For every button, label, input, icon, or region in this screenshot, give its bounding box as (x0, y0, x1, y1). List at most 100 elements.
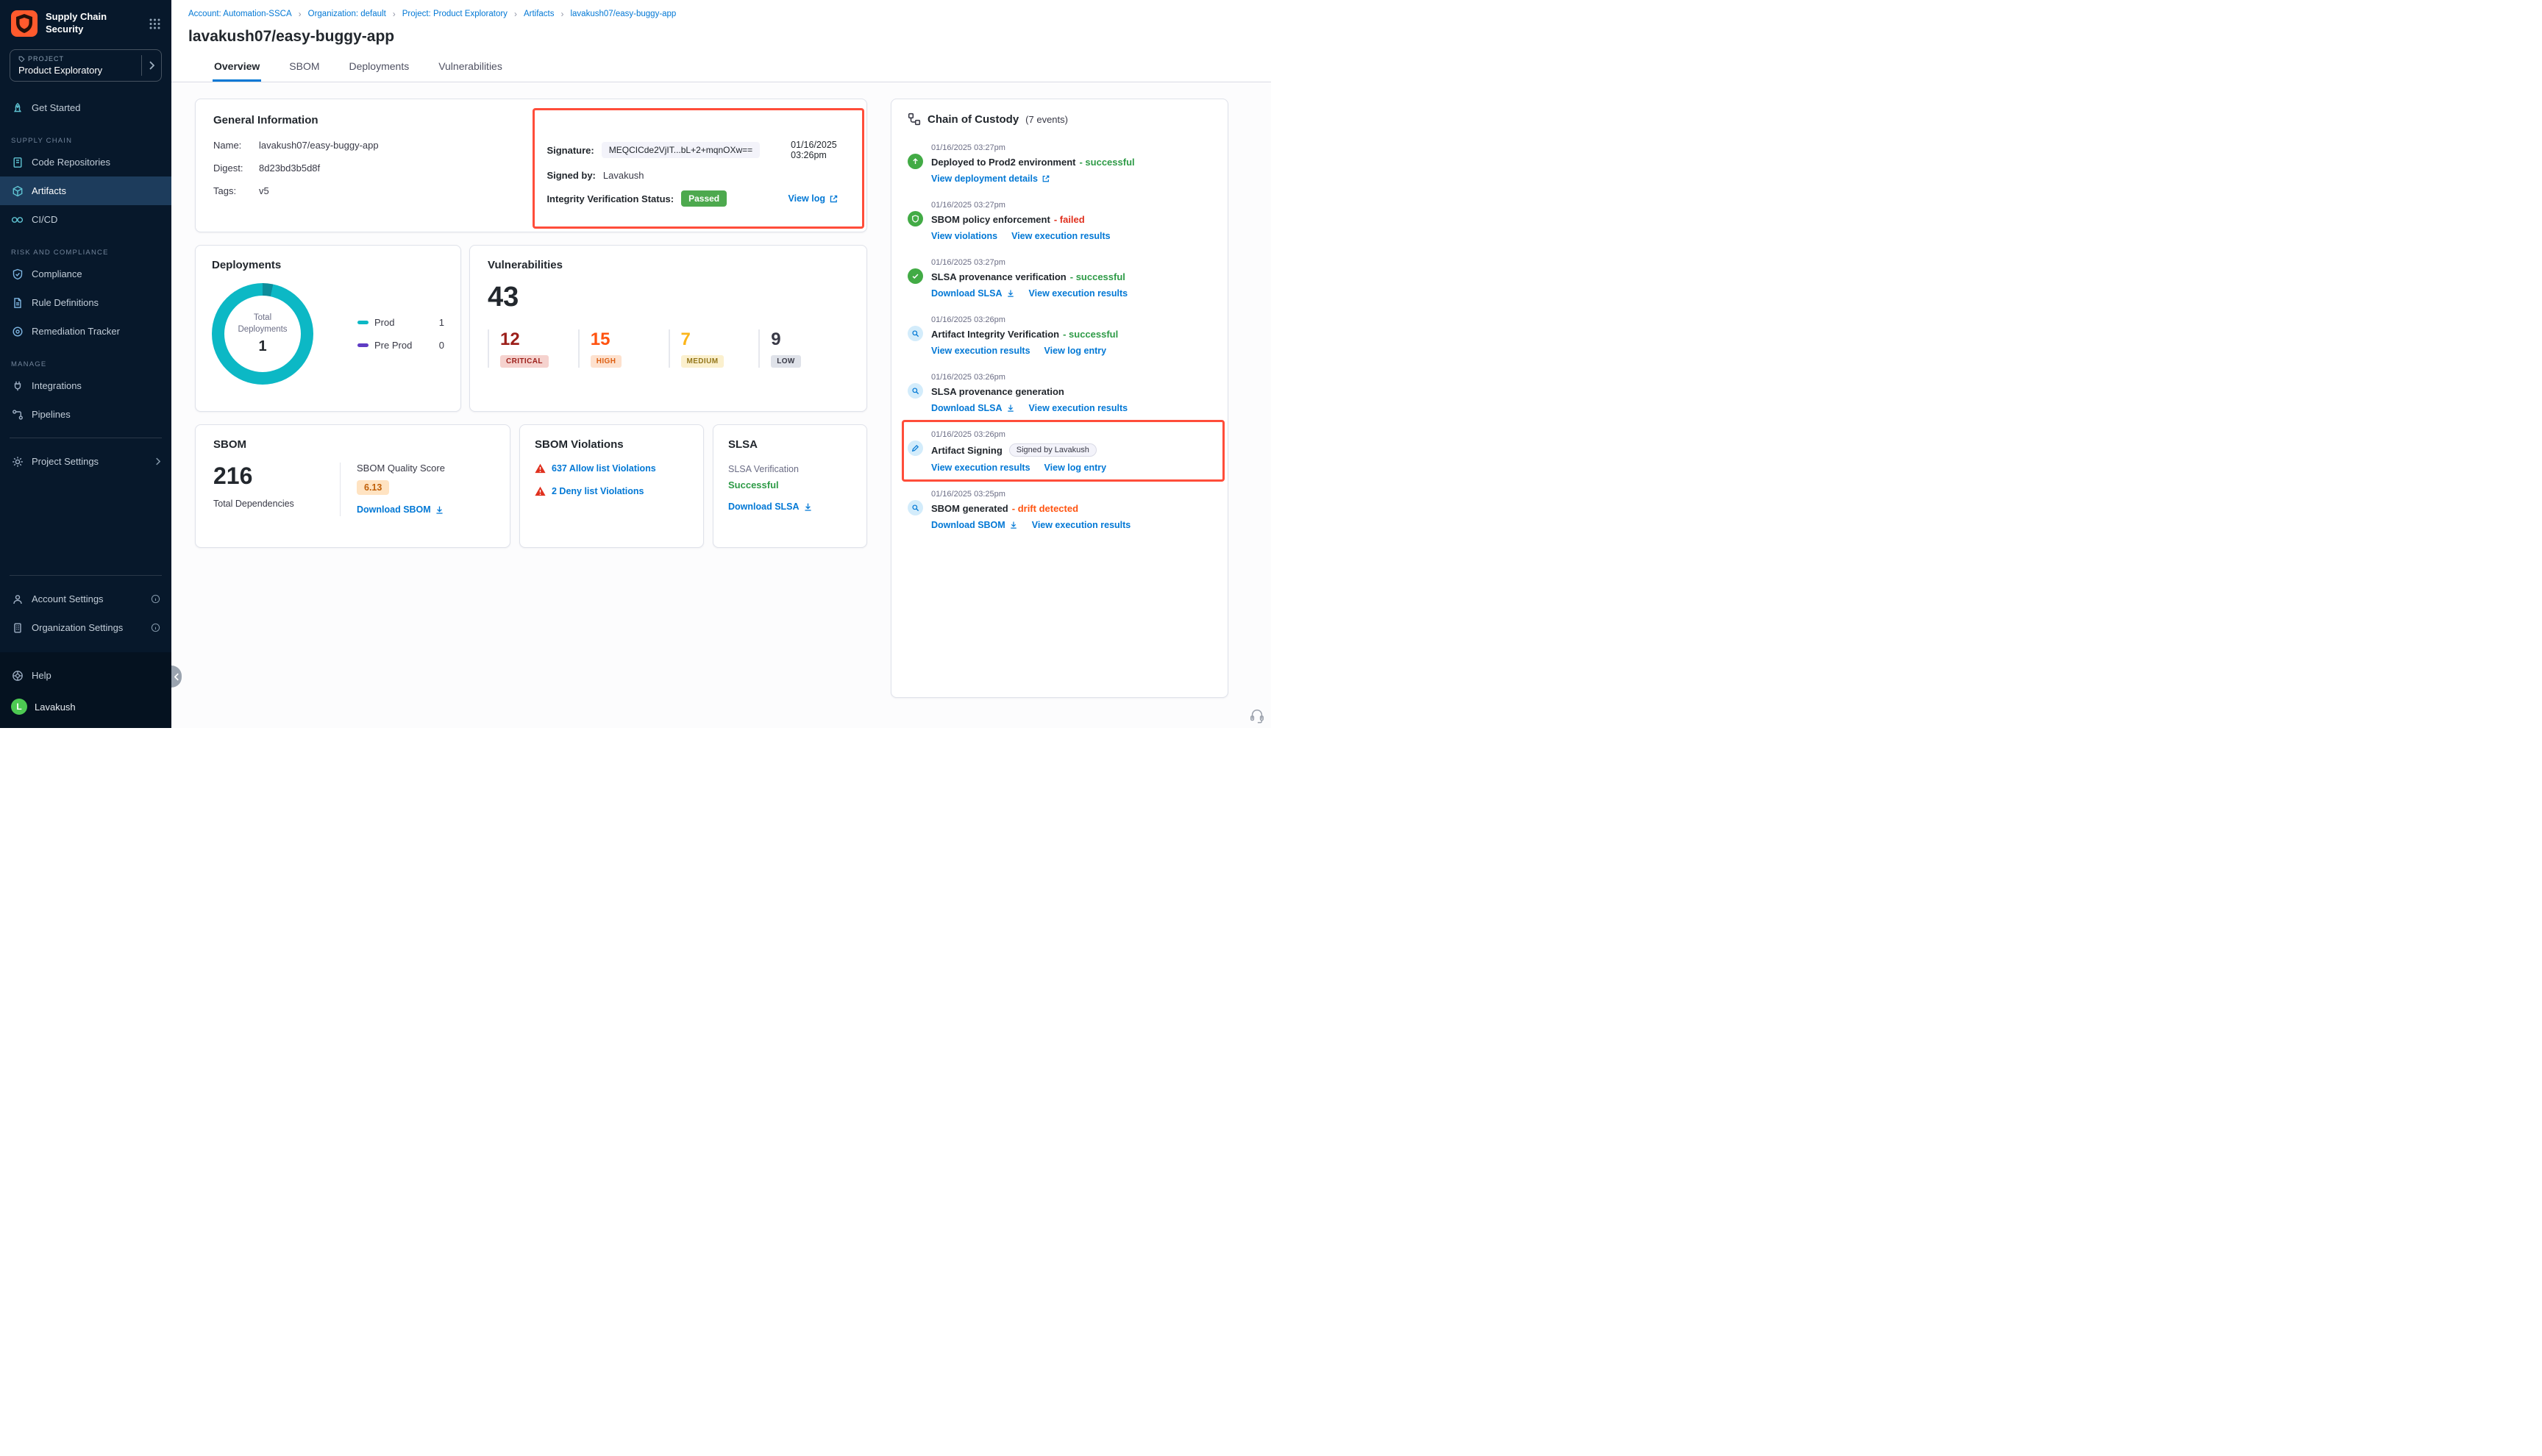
signed-by-badge: Signed by Lavakush (1009, 443, 1097, 457)
sidebar-item-help[interactable]: Help (0, 661, 171, 690)
tab-sbom[interactable]: SBOM (288, 57, 321, 82)
section-manage: MANAGE (11, 360, 160, 368)
digest-value: 8d23bd3b5d8f (259, 163, 320, 174)
info-icon[interactable] (151, 623, 160, 632)
breadcrumb-project[interactable]: Project: Product Exploratory (402, 10, 508, 18)
project-label-text: PROJECT (28, 55, 64, 63)
download-sbom-link[interactable]: Download SBOM (931, 520, 1018, 530)
breadcrumb-organization[interactable]: Organization: default (308, 10, 386, 18)
legend-label: Prod (374, 317, 394, 328)
sidebar-divider (10, 575, 162, 576)
general-info-fields: Name: lavakush07/easy-buggy-app Digest: … (213, 140, 505, 207)
project-selector[interactable]: PROJECT Product Exploratory (10, 49, 162, 82)
deployments-donut-chart: Total Deployments 1 (212, 283, 313, 385)
sidebar-header: Supply Chain Security (0, 0, 171, 45)
sidebar-item-label: Code Repositories (32, 157, 110, 168)
view-execution-results-link[interactable]: View execution results (1032, 520, 1131, 530)
sidebar-item-remediation-tracker[interactable]: Remediation Tracker (0, 317, 171, 346)
legend-label: Pre Prod (374, 340, 412, 351)
view-log-entry-link[interactable]: View log entry (1044, 463, 1107, 473)
download-icon (1009, 521, 1018, 529)
link-label: View execution results (1029, 403, 1128, 413)
metrics-row: Deployments Total Deployments 1 (195, 245, 867, 412)
tab-overview[interactable]: Overview (213, 57, 261, 82)
download-slsa-link[interactable]: Download SLSA (931, 288, 1015, 299)
page-header: Account: Automation-SSCA › Organization:… (171, 0, 1271, 82)
sbom-count-label: Total Dependencies (213, 499, 340, 509)
cube-icon (11, 185, 24, 197)
link-label: View execution results (931, 463, 1030, 473)
card-title: Deployments (212, 259, 444, 271)
breadcrumb-account[interactable]: Account: Automation-SSCA (188, 10, 292, 18)
breadcrumb-separator: › (393, 9, 396, 19)
view-log-label: View log (788, 193, 825, 204)
sidebar-item-code-repositories[interactable]: Code Repositories (0, 148, 171, 176)
breadcrumb-current[interactable]: lavakush07/easy-buggy-app (570, 10, 676, 18)
integrity-status-badge: Passed (681, 190, 727, 207)
event-timestamp: 01/16/2025 03:27pm (931, 258, 1211, 267)
view-execution-results-link[interactable]: View execution results (1029, 288, 1128, 299)
view-execution-results-link[interactable]: View execution results (1029, 403, 1128, 413)
breadcrumb: Account: Automation-SSCA › Organization:… (188, 7, 1250, 24)
event-timestamp: 01/16/2025 03:27pm (931, 143, 1211, 152)
sidebar-item-integrations[interactable]: Integrations (0, 371, 171, 400)
view-execution-results-link[interactable]: View execution results (1011, 231, 1111, 241)
download-sbom-label: Download SBOM (357, 504, 431, 515)
download-sbom-link[interactable]: Download SBOM (357, 504, 444, 515)
app-logo[interactable] (10, 10, 38, 38)
general-information-card: General Information Name: lavakush07/eas… (195, 99, 867, 232)
view-deployment-details-link[interactable]: View deployment details (931, 174, 1050, 184)
info-icon[interactable] (151, 594, 160, 604)
user-menu[interactable]: L Lavakush (0, 690, 171, 721)
signature-section: Signature: MEQCICde2VjIT...bL+2+mqnOXw==… (505, 140, 849, 207)
tab-deployments[interactable]: Deployments (348, 57, 411, 82)
high-badge: HIGH (591, 355, 622, 368)
general-information-body: Name: lavakush07/easy-buggy-app Digest: … (213, 140, 849, 207)
view-log-entry-link[interactable]: View log entry (1044, 346, 1107, 356)
sidebar-item-label: Compliance (32, 268, 82, 280)
card-title: General Information (213, 114, 849, 126)
sidebar-item-project-settings[interactable]: Project Settings (0, 447, 171, 476)
sidebar-item-artifacts[interactable]: Artifacts (0, 176, 171, 205)
chevron-right-icon[interactable] (141, 55, 161, 76)
view-execution-results-link[interactable]: View execution results (931, 463, 1030, 473)
critical-badge: CRITICAL (500, 355, 549, 368)
download-slsa-link[interactable]: Download SLSA (931, 403, 1015, 413)
apps-grid-icon[interactable] (149, 18, 161, 30)
low-count: 9 (771, 329, 849, 350)
sidebar: Supply Chain Security PROJECT Product Ex… (0, 0, 171, 728)
gear-icon (11, 455, 24, 468)
quality-score-badge: 6.13 (357, 480, 389, 495)
event-title: Deployed to Prod2 environment (931, 157, 1075, 168)
deny-list-violations-link[interactable]: 2 Deny list Violations (552, 486, 644, 496)
project-label: PROJECT (18, 55, 141, 63)
sidebar-item-account-settings[interactable]: Account Settings (0, 585, 171, 613)
sidebar-item-label: Account Settings (32, 593, 104, 605)
sidebar-item-compliance[interactable]: Compliance (0, 260, 171, 288)
legend-value: 1 (439, 317, 444, 328)
sidebar-item-rule-definitions[interactable]: Rule Definitions (0, 288, 171, 317)
view-violations-link[interactable]: View violations (931, 231, 997, 241)
vulnerabilities-card: Vulnerabilities 43 12 CRITICAL 15 HIGH (469, 245, 867, 412)
view-execution-results-link[interactable]: View execution results (931, 346, 1030, 356)
sidebar-item-organization-settings[interactable]: Organization Settings (0, 613, 171, 642)
breadcrumb-artifacts[interactable]: Artifacts (524, 10, 555, 18)
breadcrumb-separator: › (514, 9, 517, 19)
download-slsa-link[interactable]: Download SLSA (728, 502, 813, 512)
pipeline-icon (11, 408, 24, 421)
support-chat-icon[interactable] (1249, 707, 1265, 724)
warning-icon (535, 463, 546, 474)
sidebar-item-pipelines[interactable]: Pipelines (0, 400, 171, 429)
sidebar-spacer (0, 476, 171, 566)
sidebar-item-cicd[interactable]: CI/CD (0, 205, 171, 234)
sidebar-item-get-started[interactable]: Get Started (0, 93, 171, 122)
deployments-card: Deployments Total Deployments 1 (195, 245, 461, 412)
link-label: View deployment details (931, 174, 1038, 184)
tab-vulnerabilities[interactable]: Vulnerabilities (437, 57, 504, 82)
view-log-link[interactable]: View log (788, 193, 839, 204)
allow-list-violations-link[interactable]: 637 Allow list Violations (552, 463, 656, 474)
download-slsa-label: Download SLSA (728, 502, 800, 512)
sbom-count-block: 216 Total Dependencies (213, 463, 340, 516)
legend-item-preprod: Pre Prod 0 (357, 340, 444, 351)
slsa-verification-event-icon (908, 268, 923, 284)
